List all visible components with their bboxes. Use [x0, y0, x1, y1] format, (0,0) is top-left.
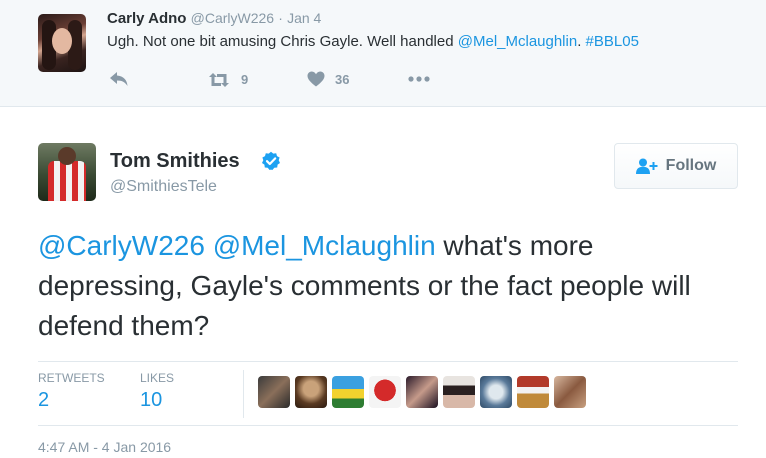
add-user-icon [635, 158, 658, 174]
liker-avatar[interactable] [554, 376, 586, 408]
stats-divider [243, 370, 244, 418]
parent-tweet-time[interactable]: Jan 4 [287, 10, 321, 26]
tweet-timestamp[interactable]: 4:47 AM - 4 Jan 2016 [38, 439, 171, 455]
liker-avatar[interactable] [295, 376, 327, 408]
tweet-text: @CarlyW226 @Mel_Mclaughlin what's more d… [38, 226, 738, 346]
liker-avatar[interactable] [480, 376, 512, 408]
liker-avatar[interactable] [332, 376, 364, 408]
author-handle[interactable]: @SmithiesTele [110, 178, 217, 196]
retweet-icon [209, 72, 229, 87]
parent-author-name[interactable]: Carly Adno [107, 10, 186, 27]
header-separator: · [278, 10, 283, 26]
mention-link[interactable]: @Mel_Mclaughlin [458, 33, 577, 50]
parent-tweet-body: Ugh. Not one bit amusing Chris Gayle. We… [107, 33, 458, 50]
heart-icon [307, 71, 325, 87]
liker-avatar[interactable] [517, 376, 549, 408]
follow-label: Follow [665, 157, 717, 174]
more-icon [408, 76, 430, 82]
avatar[interactable] [38, 143, 96, 201]
retweet-count: 9 [241, 72, 249, 87]
parent-tweet-header: Carly Adno @CarlyW226 · Jan 4 [107, 10, 321, 27]
avatar-shirt [48, 161, 86, 201]
mention-link[interactable]: @Mel_Mclaughlin [213, 230, 436, 261]
avatar-face [52, 28, 72, 54]
liker-avatar[interactable] [406, 376, 438, 408]
parent-tweet-actions: 9 36 [107, 68, 467, 92]
parent-tweet-text: Ugh. Not one bit amusing Chris Gayle. We… [107, 33, 639, 50]
likes-label: LIKES [140, 371, 175, 385]
reply-icon [110, 72, 128, 86]
retweets-label: RETWEETS [38, 371, 105, 385]
liker-avatar[interactable] [443, 376, 475, 408]
avatar[interactable] [38, 14, 86, 72]
follow-button[interactable]: Follow [614, 143, 738, 189]
like-count: 36 [335, 71, 350, 87]
likes-stat[interactable]: LIKES 10 [140, 371, 174, 412]
more-button[interactable] [408, 76, 430, 82]
hashtag-link[interactable]: #BBL05 [586, 33, 639, 50]
like-button[interactable]: 36 [307, 71, 349, 87]
reply-button[interactable] [109, 71, 129, 87]
mention-link[interactable]: @CarlyW226 [38, 230, 205, 261]
avatar-head [58, 147, 76, 165]
author-name[interactable]: Tom Smithies [110, 150, 240, 173]
tweet-stats: RETWEETS 2 LIKES 10 [38, 361, 738, 426]
parent-author-handle[interactable]: @CarlyW226 [191, 10, 274, 26]
liker-avatar[interactable] [369, 376, 401, 408]
parent-tweet[interactable]: Carly Adno @CarlyW226 · Jan 4 Ugh. Not o… [0, 0, 766, 107]
liker-avatar[interactable] [258, 376, 290, 408]
retweet-button[interactable]: 9 [207, 72, 248, 87]
likes-value: 10 [140, 389, 163, 411]
verified-badge-icon [262, 151, 280, 170]
retweets-value: 2 [38, 389, 50, 411]
retweets-stat[interactable]: RETWEETS 2 [38, 371, 105, 412]
